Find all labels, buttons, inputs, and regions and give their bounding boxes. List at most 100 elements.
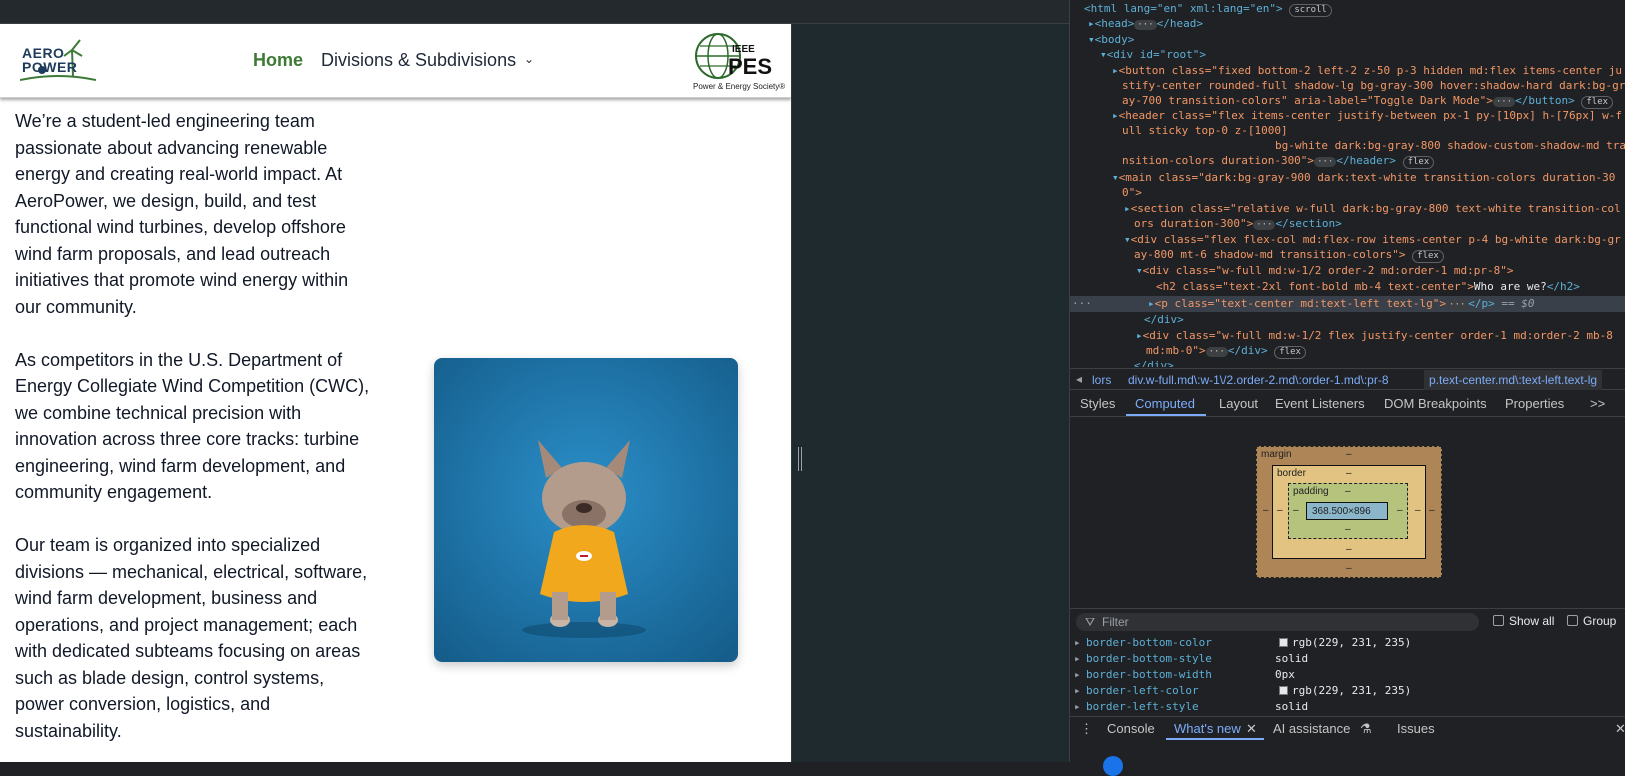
chevron-left-icon[interactable]: ◂ [1076,372,1082,386]
ellipsis-badge[interactable]: ··· [1253,220,1276,230]
more-tabs-icon[interactable]: >> [1590,396,1605,411]
dom-node-button[interactable]: ▸<button class="fixed bottom-2 left-2 z-… [1112,64,1622,78]
ellipsis-badge[interactable]: ··· [1446,300,1469,310]
property-row[interactable]: ▸ border-left-color rgb(229, 231, 235) [1070,684,1625,700]
show-all-label: Show all [1509,614,1555,628]
close-tab-icon[interactable]: ✕ [1246,721,1257,737]
tab-dom-breakpoints[interactable]: DOM Breakpoints [1384,396,1487,411]
dom-node-div-w-full[interactable]: ▾<div class="w-full md:w-1/2 order-2 md:… [1136,264,1514,278]
dom-node-head[interactable]: ▸<head> ··· </head> [1088,17,1203,31]
dom-node-section[interactable]: ▸<section class="relative w-full dark:bg… [1124,202,1621,216]
nav-divisions-link[interactable]: Divisions & Subdivisions [321,50,516,71]
margin-box[interactable]: margin – – – – border – – – – padding – … [1256,446,1442,578]
margin-top-value: – [1346,449,1352,460]
filter-input[interactable]: ⛛ Filter [1076,613,1479,631]
padding-box[interactable]: padding – – – – 368.500×896 [1288,483,1408,539]
tab-computed[interactable]: Computed [1135,396,1195,411]
filter-placeholder: Filter [1102,615,1129,629]
property-value: rgb(229, 231, 235) [1292,636,1412,649]
breadcrumb-item[interactable]: lors [1092,373,1111,387]
flex-badge[interactable]: flex [1274,346,1306,359]
elements-tree[interactable]: ⚙ <html lang="en" xml:lang="en"> scroll … [1070,0,1625,368]
viewport-resize-handle[interactable] [791,24,809,762]
color-swatch[interactable] [1279,638,1288,647]
paragraph-1: We’re a student-led engineering team pas… [15,111,349,317]
breadcrumb-item[interactable]: div.w-full.md\:w-1\/2.order-2.md\:order-… [1128,373,1389,387]
tab-event-listeners[interactable]: Event Listeners [1275,396,1365,411]
expand-icon[interactable]: ▸ [1074,684,1081,697]
computed-filter-bar: ⛛ Filter Show all Group [1070,608,1625,634]
show-all-checkbox[interactable] [1493,615,1504,626]
padding-label: padding [1293,486,1329,497]
dom-text: <p class="text-center md:text-left text-… [1154,297,1447,310]
content-box[interactable]: 368.500×896 [1306,502,1388,520]
computed-properties-list: ▸ border-bottom-color rgb(229, 231, 235)… [1070,634,1625,714]
dom-text: <div class="w-full md:w-1/2 order-2 md:o… [1142,264,1514,277]
expand-icon[interactable]: ▸ [1074,668,1081,681]
dom-node-p-selected[interactable]: ▸<p class="text-center md:text-left text… [1148,297,1535,311]
flex-badge[interactable]: flex [1402,156,1435,169]
dom-text: == $0 [1501,297,1535,310]
border-box[interactable]: border – – – – padding – – – – 368.500×8… [1272,465,1426,559]
ellipsis-badge[interactable]: ··· [1492,97,1516,107]
dom-node-div-flex[interactable]: ▾<div class="flex flex-col md:flex-row i… [1124,233,1621,247]
viewport-empty-area [791,24,1069,762]
sidebar-tabs: Styles Computed Layout Event Listeners D… [1070,391,1625,417]
globe-icon: IEEE PES [695,33,772,79]
more-options-icon[interactable]: ··· [1072,297,1092,311]
close-drawer-icon[interactable]: ✕ [1615,721,1625,737]
dom-node-html[interactable]: <html lang="en" xml:lang="en"> scroll [1084,2,1332,17]
page-viewport[interactable]: AERO POWER Home Divisions & Subdivisions… [0,24,791,762]
group-checkbox[interactable] [1567,615,1578,626]
dom-node-body[interactable]: ▾<body> [1088,33,1134,47]
dom-text: </div> [1144,313,1184,326]
dom-text: <h2 class="text-2xl font-bold mb-4 text-… [1156,280,1474,293]
dom-node-main[interactable]: ▾<main class="dark:bg-gray-900 dark:text… [1112,171,1615,185]
dom-node-root[interactable]: ▾<div id="root"> [1100,48,1206,62]
dom-node-div-image[interactable]: ▸<div class="w-full md:w-1/2 flex justif… [1136,329,1613,343]
expand-icon[interactable]: ▸ [1074,636,1081,649]
dom-text: ull sticky top-0 z-[1000] [1122,124,1288,137]
ellipsis-badge[interactable]: ··· [1205,347,1228,357]
active-tab-indicator [1126,414,1206,416]
property-row[interactable]: ▸ border-bottom-color rgb(229, 231, 235) [1070,636,1625,652]
chevron-down-icon[interactable]: ⌄ [524,52,534,66]
kebab-menu-icon[interactable]: ⋮ [1080,721,1093,737]
ellipsis-badge[interactable]: ··· [1134,20,1157,30]
color-swatch[interactable] [1279,686,1288,695]
drawer-tab-whats-new[interactable]: What's new [1174,721,1241,736]
drawer-tab-ai-assistance[interactable]: AI assistance [1273,721,1350,736]
flex-badge[interactable]: flex [1581,96,1614,109]
page-top-strip [0,0,1069,24]
tab-styles[interactable]: Styles [1080,396,1115,411]
drawer-tab-issues[interactable]: Issues [1397,721,1435,736]
dom-text: </button> [1515,94,1575,107]
dom-text: </header> [1336,154,1396,167]
dom-text: ay-800 mt-6 shadow-md transition-colors"… [1134,248,1406,261]
dom-text: <section class="relative w-full dark:bg-… [1130,202,1621,215]
dom-node-header[interactable]: ▸<header class="flex items-center justif… [1112,109,1622,123]
flex-badge[interactable]: flex [1412,250,1444,263]
scroll-badge[interactable]: scroll [1289,4,1332,17]
tab-layout[interactable]: Layout [1219,396,1258,411]
expand-icon[interactable]: ▸ [1074,652,1081,665]
drawer-tab-console[interactable]: Console [1107,721,1155,736]
aeropower-logo[interactable]: AERO POWER [19,36,97,84]
property-row[interactable]: ▸ border-bottom-width 0px [1070,668,1625,684]
ellipsis-badge[interactable]: ··· [1314,157,1337,167]
property-row[interactable]: ▸ border-left-style solid [1070,700,1625,714]
devtools-panel: ⚙ <html lang="en" xml:lang="en"> scroll … [1069,0,1625,776]
expand-icon[interactable]: ▸ [1074,700,1081,713]
filter-icon: ⛛ [1085,615,1096,629]
margin-label: margin [1261,449,1292,460]
pes-text: PES [728,54,772,79]
dom-node-header-cont: bg-white dark:bg-gray-800 shadow-custom-… [1275,139,1625,153]
drag-handle-icon[interactable] [798,447,802,471]
property-row[interactable]: ▸ border-bottom-style solid [1070,652,1625,668]
breadcrumb-item-selected[interactable]: p.text-center.md\:text-left.text-lg [1424,370,1603,390]
tab-properties[interactable]: Properties [1505,396,1564,411]
dom-text: <body> [1094,33,1135,46]
nav-home-link[interactable]: Home [253,50,303,71]
border-left-value: – [1277,505,1283,516]
dom-node-h2[interactable]: <h2 class="text-2xl font-bold mb-4 text-… [1156,280,1580,294]
